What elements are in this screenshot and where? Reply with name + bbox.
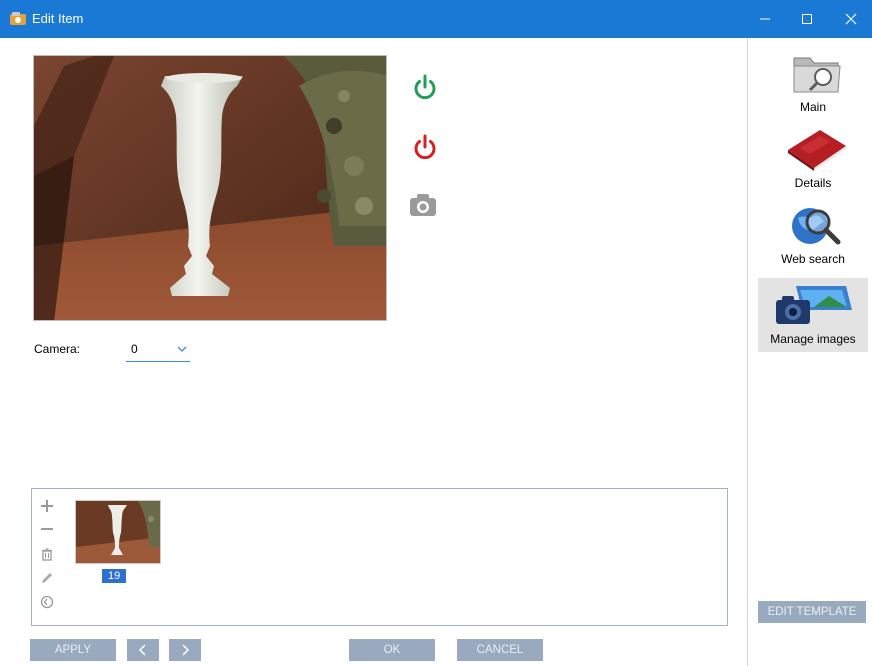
previous-button[interactable] — [127, 639, 159, 661]
next-button[interactable] — [169, 639, 201, 661]
image-gallery: 19 — [31, 488, 728, 626]
maximize-button[interactable] — [786, 0, 828, 38]
minimize-button[interactable] — [744, 0, 786, 38]
sidebar: Main Details Web search Manage images ED… — [747, 38, 872, 666]
pencil-icon — [42, 573, 52, 583]
app-icon — [10, 12, 26, 25]
close-icon — [845, 13, 857, 25]
camera-images-icon — [776, 286, 852, 324]
sidebar-item-main[interactable]: Main — [758, 48, 868, 122]
chevron-down-icon — [177, 346, 187, 352]
image-thumbnail[interactable] — [75, 500, 161, 564]
snapshot-camera-icon[interactable] — [408, 190, 438, 220]
power-on-icon[interactable] — [410, 72, 440, 102]
sidebar-item-label: Web search — [781, 252, 845, 266]
trash-icon — [42, 548, 52, 561]
thumbnail-label: 19 — [102, 569, 127, 583]
globe-search-icon — [792, 208, 841, 245]
folder-search-icon — [793, 57, 841, 93]
add-image-button[interactable] — [38, 497, 56, 515]
camera-preview-image — [34, 56, 386, 320]
remove-image-button[interactable] — [38, 520, 56, 538]
sidebar-item-manage-images[interactable]: Manage images — [758, 278, 868, 352]
main-panel: Camera: 0 19 APPLY OK CANCEL — [0, 38, 747, 666]
rotate-image-button[interactable] — [38, 593, 56, 611]
sidebar-item-details[interactable]: Details — [758, 124, 868, 198]
edit-image-button[interactable] — [38, 569, 56, 587]
maximize-icon — [802, 14, 812, 24]
chevron-left-icon — [138, 644, 146, 656]
book-icon — [788, 130, 846, 171]
add-icon — [41, 500, 53, 512]
window-title: Edit Item — [32, 11, 84, 26]
sidebar-item-web-search[interactable]: Web search — [758, 200, 868, 274]
ok-button[interactable]: OK — [349, 639, 435, 661]
minimize-icon — [760, 18, 770, 20]
camera-select[interactable]: 0 — [126, 338, 190, 362]
sidebar-item-label: Manage images — [770, 332, 856, 346]
remove-icon — [41, 528, 53, 530]
sidebar-item-label: Details — [794, 176, 832, 190]
close-button[interactable] — [830, 0, 872, 38]
camera-select-value: 0 — [131, 342, 138, 356]
apply-button[interactable]: APPLY — [30, 639, 116, 661]
chevron-right-icon — [182, 644, 190, 656]
rotate-icon — [40, 595, 54, 609]
delete-image-button[interactable] — [38, 545, 56, 563]
title-bar: Edit Item — [0, 0, 872, 38]
sidebar-item-label: Main — [799, 100, 826, 114]
edit-template-button[interactable]: EDIT TEMPLATE — [758, 601, 866, 623]
camera-preview — [33, 55, 387, 321]
power-off-icon[interactable] — [410, 132, 440, 162]
camera-label: Camera: — [34, 342, 81, 356]
cancel-button[interactable]: CANCEL — [457, 639, 543, 661]
thumbnail-image — [76, 501, 160, 563]
